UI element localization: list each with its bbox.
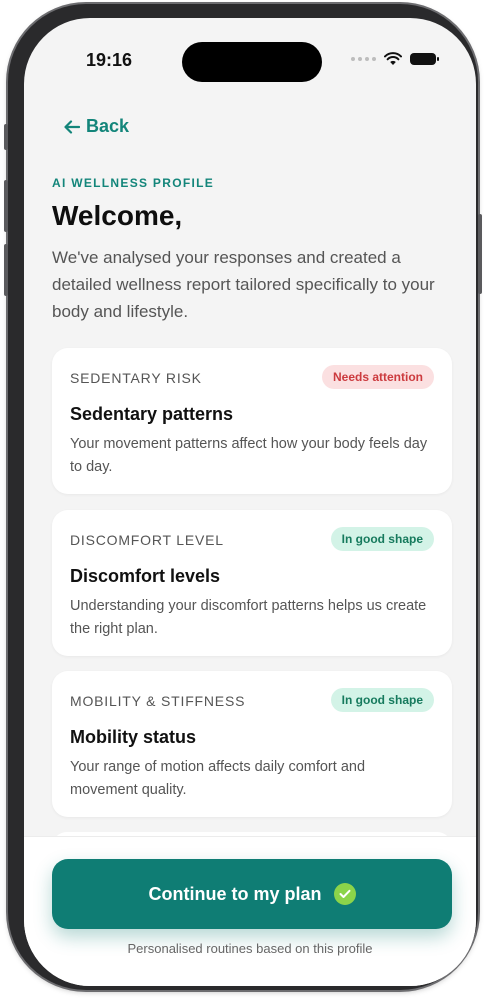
status-badge: Needs attention xyxy=(321,365,434,389)
check-circle-icon xyxy=(333,883,356,905)
status-time: 19:16 xyxy=(86,50,133,70)
card-discomfort-level[interactable]: DISCOMFORT LEVEL In good shape Discomfor… xyxy=(52,510,452,656)
card-sedentary-risk[interactable]: SEDENTARY RISK Needs attention Sedentary… xyxy=(52,348,452,494)
page-title: Welcome, xyxy=(52,200,183,231)
dynamic-island xyxy=(182,42,322,82)
section-eyebrow: AI WELLNESS PROFILE xyxy=(52,176,215,190)
card-title: Sedentary patterns xyxy=(70,404,234,424)
volume-up-button xyxy=(4,180,8,232)
card-title: Discomfort levels xyxy=(70,566,221,586)
arrow-left-icon xyxy=(64,119,80,134)
footnote-text: Personalised routines based on this prof… xyxy=(127,941,373,956)
back-label: Back xyxy=(86,116,130,136)
volume-down-button xyxy=(4,244,8,296)
power-button xyxy=(478,214,482,294)
card-category: MOBILITY & STIFFNESS xyxy=(70,693,246,709)
status-badge: In good shape xyxy=(330,688,434,712)
card-category: DISCOMFORT LEVEL xyxy=(70,532,224,548)
wifi-icon xyxy=(384,52,402,65)
cellular-signal-icon xyxy=(351,57,376,61)
intro-text: We've analysed your responses and create… xyxy=(52,248,435,321)
card-mobility-stiffness[interactable]: MOBILITY & STIFFNESS In good shape Mobil… xyxy=(52,671,452,817)
continue-button[interactable]: Continue to my plan xyxy=(52,859,452,929)
card-description: Your range of motion affects daily comfo… xyxy=(70,759,366,798)
silent-switch xyxy=(4,124,8,150)
card-category: SEDENTARY RISK xyxy=(70,370,202,386)
battery-icon xyxy=(410,53,439,65)
status-icons xyxy=(351,52,439,66)
status-badge: In good shape xyxy=(330,527,434,551)
back-button[interactable]: Back xyxy=(64,116,129,137)
screen: 19:16 Back AI WELLNESS PROFILE Welcome, … xyxy=(24,18,476,986)
card-description: Your movement patterns affect how your b… xyxy=(70,436,428,475)
phone-frame: 19:16 Back AI WELLNESS PROFILE Welcome, … xyxy=(4,4,482,990)
card-title: Mobility status xyxy=(70,727,197,747)
card-description: Understanding your discomfort patterns h… xyxy=(70,598,427,637)
continue-button-label: Continue to my plan xyxy=(148,883,322,904)
